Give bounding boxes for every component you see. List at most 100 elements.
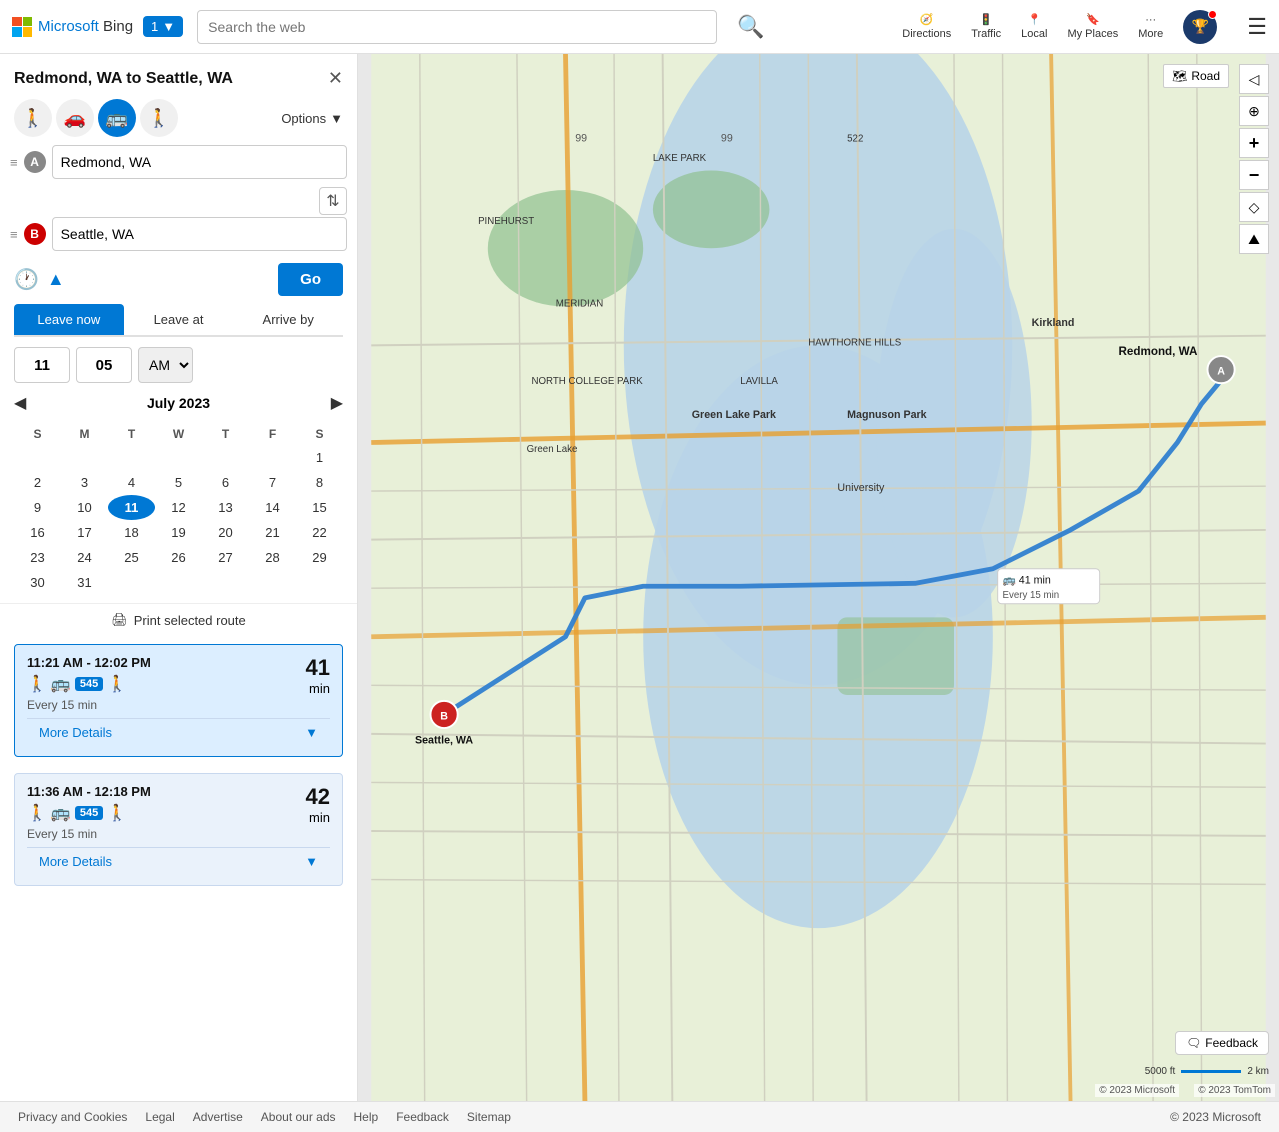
rotate-button[interactable]: ◇	[1239, 192, 1269, 222]
footer-advertise[interactable]: Advertise	[193, 1110, 243, 1124]
footer-feedback[interactable]: Feedback	[396, 1110, 449, 1124]
calendar-day[interactable]: 23	[14, 545, 61, 570]
calendar-day[interactable]: 2	[14, 470, 61, 495]
leave-tabs: Leave now Leave at Arrive by	[14, 304, 343, 337]
calendar-day[interactable]: 22	[296, 520, 343, 545]
nav-more[interactable]: ··· More	[1138, 14, 1163, 40]
calendar-day[interactable]: 26	[155, 545, 202, 570]
tilt-button[interactable]: ⛰	[1239, 224, 1269, 254]
footer-privacy[interactable]: Privacy and Cookies	[18, 1110, 127, 1124]
calendar-day[interactable]: 7	[249, 470, 296, 495]
footer-about-ads[interactable]: About our ads	[261, 1110, 336, 1124]
close-button[interactable]: ✕	[328, 68, 343, 89]
locate-button[interactable]: ⊕	[1239, 96, 1269, 126]
calendar-day[interactable]: 29	[296, 545, 343, 570]
transport-walk2-button[interactable]: 🚶	[140, 99, 178, 137]
chevron-down-icon: ▼	[330, 111, 343, 126]
calendar-day	[155, 445, 202, 470]
more-details-button-1[interactable]: More Details ▼	[27, 847, 330, 875]
nav-myplaces[interactable]: 🔖 My Places	[1067, 13, 1118, 40]
calendar-day[interactable]: 13	[202, 495, 249, 520]
calendar-next-button[interactable]: ▶	[331, 393, 343, 413]
footer-help[interactable]: Help	[354, 1110, 379, 1124]
options-button[interactable]: Options ▼	[281, 111, 343, 126]
time-row: 🕐 ▲ Go	[0, 255, 357, 304]
calendar-day	[14, 445, 61, 470]
route-result-1[interactable]: 11:36 AM - 12:18 PM 🚶 🚌 545 🚶 Every 15 m…	[14, 773, 343, 886]
calendar-day[interactable]: 12	[155, 495, 202, 520]
calendar-day[interactable]: 4	[108, 470, 155, 495]
calendar-day[interactable]: 1	[296, 445, 343, 470]
calendar-day[interactable]: 19	[155, 520, 202, 545]
chevron-down-icon: ▼	[305, 725, 318, 740]
origin-input[interactable]	[52, 145, 347, 179]
scale-bar-feet	[1181, 1070, 1241, 1073]
calendar-day[interactable]: 31	[61, 570, 108, 595]
nav-traffic[interactable]: 🚦 Traffic	[971, 13, 1001, 40]
feedback-button[interactable]: 🗨 Feedback	[1175, 1031, 1269, 1055]
calendar-day[interactable]: 14	[249, 495, 296, 520]
calendar-day[interactable]: 5	[155, 470, 202, 495]
calendar-day[interactable]: 3	[61, 470, 108, 495]
swap-button[interactable]: ⇅	[319, 187, 347, 215]
calendar-day[interactable]: 8	[296, 470, 343, 495]
search-box[interactable]	[197, 10, 717, 44]
footer-copyright: © 2023 Microsoft	[1170, 1110, 1261, 1124]
calendar-day[interactable]: 30	[14, 570, 61, 595]
nav-local[interactable]: 📍 Local	[1021, 13, 1047, 40]
calendar-day[interactable]: 17	[61, 520, 108, 545]
hour-input[interactable]	[14, 347, 70, 383]
sidebar-header: Redmond, WA to Seattle, WA ✕	[0, 54, 357, 95]
calendar-day[interactable]: 24	[61, 545, 108, 570]
calendar-day[interactable]: 16	[14, 520, 61, 545]
expand-time-button[interactable]: ▲	[47, 269, 65, 290]
calendar-day	[296, 570, 343, 595]
calendar-prev-button[interactable]: ◀	[14, 393, 26, 413]
minute-input[interactable]	[76, 347, 132, 383]
search-icon[interactable]: 🔍	[737, 14, 764, 40]
go-button[interactable]: Go	[278, 263, 343, 296]
calendar-day[interactable]: 10	[61, 495, 108, 520]
transport-drive-button[interactable]: 🚗	[56, 99, 94, 137]
tab-button[interactable]: 1 ▼	[143, 16, 183, 37]
calendar-grid: S M T W T F S 12345678910111213141516171…	[14, 423, 343, 595]
more-details-button-0[interactable]: More Details ▼	[27, 718, 330, 746]
transport-walk-button[interactable]: 🚶	[14, 99, 52, 137]
calendar-day[interactable]: 15	[296, 495, 343, 520]
calendar-day[interactable]: 9	[14, 495, 61, 520]
calendar-day	[249, 445, 296, 470]
compass-button[interactable]: ◁	[1239, 64, 1269, 94]
calendar-day[interactable]: 28	[249, 545, 296, 570]
calendar-day[interactable]: 6	[202, 470, 249, 495]
transport-transit-button[interactable]: 🚌	[98, 99, 136, 137]
hamburger-menu-icon[interactable]: ☰	[1247, 14, 1267, 40]
avatar[interactable]: 🏆	[1183, 10, 1217, 44]
zoom-out-button[interactable]: −	[1239, 160, 1269, 190]
road-icon: 🗺	[1172, 69, 1187, 83]
footer-sitemap[interactable]: Sitemap	[467, 1110, 511, 1124]
calendar-day[interactable]: 21	[249, 520, 296, 545]
nav-directions[interactable]: 🧭 Directions	[902, 13, 951, 40]
search-input[interactable]	[197, 10, 717, 44]
calendar-day[interactable]: 11	[108, 495, 155, 520]
calendar-day[interactable]: 25	[108, 545, 155, 570]
tab-leave-at[interactable]: Leave at	[124, 304, 234, 335]
calendar-day[interactable]: 18	[108, 520, 155, 545]
ampm-select[interactable]: AM PM	[138, 347, 193, 383]
cal-header-wed: W	[155, 423, 202, 445]
tab-arrive-by[interactable]: Arrive by	[233, 304, 343, 335]
zoom-in-button[interactable]: +	[1239, 128, 1269, 158]
route-time-range: 11:21 AM - 12:02 PM	[27, 655, 151, 670]
route-inputs: ≡ A ⇅ ≡ B	[0, 145, 357, 255]
bus-icon: 🚌	[51, 803, 71, 823]
destination-row: ≡ B	[10, 217, 347, 251]
print-row[interactable]: 🖨 Print selected route	[0, 603, 357, 636]
logo[interactable]: Microsoft Bing	[12, 17, 133, 37]
destination-input[interactable]	[52, 217, 347, 251]
route-result-0[interactable]: 11:21 AM - 12:02 PM 🚶 🚌 545 🚶 Every 15 m…	[14, 644, 343, 757]
tab-leave-now[interactable]: Leave now	[14, 304, 124, 335]
calendar-day[interactable]: 20	[202, 520, 249, 545]
calendar-day[interactable]: 27	[202, 545, 249, 570]
footer-legal[interactable]: Legal	[145, 1110, 174, 1124]
map-type-button[interactable]: 🗺 Road	[1163, 64, 1229, 88]
